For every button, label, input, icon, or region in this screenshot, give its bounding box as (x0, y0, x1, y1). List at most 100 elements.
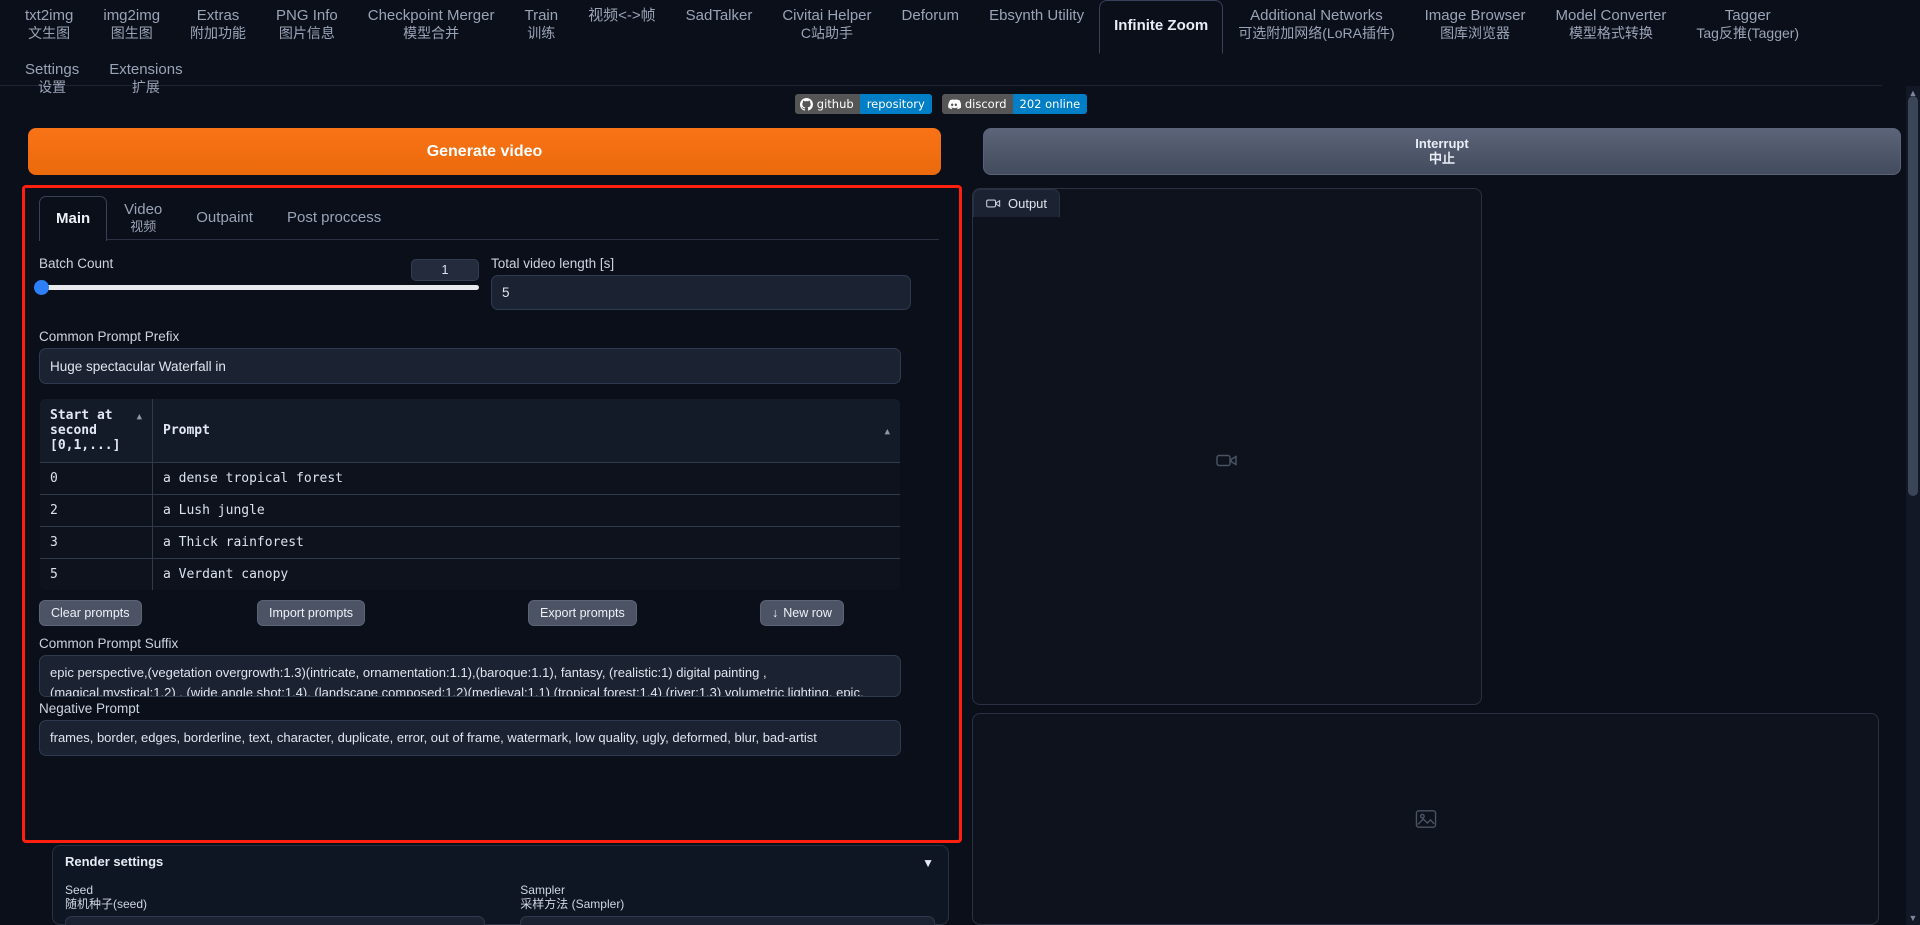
new-row-button[interactable]: ↓ New row (760, 600, 844, 626)
top-tab-label-en: Extras (196, 7, 240, 24)
batch-count-value[interactable]: 1 (411, 259, 479, 281)
interrupt-label-en: Interrupt (1415, 135, 1469, 151)
github-repository-badge[interactable]: github repository (794, 94, 932, 114)
sampler-select[interactable]: DDIM (520, 915, 936, 925)
top-tab-model-converter[interactable]: Model Converter 模型格式转换 (1541, 0, 1682, 51)
main-subtab-video[interactable]: Video 视频 (107, 196, 179, 239)
batch-count-slider[interactable] (34, 280, 479, 295)
top-tab-label-cn: 可选附加网络(LoRA插件) (1238, 25, 1395, 42)
export-prompts-button[interactable]: Export prompts (528, 600, 637, 626)
batch-count-group: Batch Count 1 (34, 246, 479, 319)
generate-video-button[interactable]: Generate video (28, 128, 941, 175)
import-prompts-button[interactable]: Import prompts (257, 600, 366, 626)
top-tab-sadtalker[interactable]: SadTalker (671, 0, 768, 34)
suffix-line-1: epic perspective,(vegetation overgrowth:… (50, 665, 767, 680)
discord-badge-value: 202 online (1012, 94, 1088, 114)
top-tab-label-cn: 图库浏览器 (1440, 25, 1511, 42)
top-tab-checkpoint-merger[interactable]: Checkpoint Merger 模型合并 (353, 0, 510, 51)
column-header-prompt[interactable]: Prompt ▲ (152, 399, 900, 463)
arrow-down-icon: ↓ (772, 606, 779, 620)
cell-prompt[interactable]: a Verdant canopy (152, 558, 900, 590)
top-tab-[interactable]: 视频<->帧 (573, 0, 671, 34)
top-tab-label-en: Model Converter (1555, 7, 1667, 24)
main-subtab-bar: Main Video 视频 Outpaint Post proccess (39, 196, 939, 241)
top-tab-train[interactable]: Train 训练 (509, 0, 573, 51)
batch-count-slider-knob[interactable] (34, 280, 49, 295)
seed-label-en: Seed (65, 883, 94, 897)
main-subtab-main[interactable]: Main (39, 196, 108, 241)
negative-prompt-input[interactable]: frames, border, edges, borderline, text,… (39, 720, 901, 756)
render-settings-accordion[interactable]: Render settings ▼ Seed 随机种子(seed) -1 Sam… (52, 845, 949, 925)
page-scrollbar[interactable]: ▲ ▼ (1906, 86, 1920, 925)
sort-ascending-icon[interactable]: ▲ (137, 412, 142, 422)
main-settings-panel: Main Video 视频 Outpaint Post proccess Batch C… (22, 185, 962, 843)
top-tab-label-en: SadTalker (685, 7, 753, 24)
main-subtab-label-en: Video (124, 201, 163, 219)
top-tab-ebsynth-utility[interactable]: Ebsynth Utility (974, 0, 1099, 34)
top-tab-infinite-zoom[interactable]: Infinite Zoom (1099, 0, 1224, 54)
interrupt-button[interactable]: Interrupt 中止 (983, 128, 1901, 175)
main-subtab-outpaint[interactable]: Outpaint (179, 196, 270, 239)
top-tab-label-cn: 附加功能 (190, 25, 247, 42)
total-video-length-label: Total video length [s] (491, 256, 615, 271)
seed-input[interactable]: -1 (65, 915, 485, 925)
table-row[interactable]: 0a dense tropical forest (40, 462, 900, 495)
scrollbar-thumb[interactable] (1908, 96, 1918, 496)
cell-start-at-second[interactable]: 5 (40, 558, 153, 590)
clear-prompts-button[interactable]: Clear prompts (39, 600, 142, 626)
top-tab-img2img[interactable]: img2img 图生图 (88, 0, 175, 51)
total-video-length-input[interactable]: 5 (491, 275, 911, 310)
main-subtab-post-proccess[interactable]: Post proccess (270, 196, 398, 239)
render-settings-title: Render settings (65, 854, 164, 869)
table-row[interactable]: 5a Verdant canopy (40, 558, 900, 590)
top-tab-label-cn: 模型合并 (403, 25, 460, 42)
output-tab[interactable]: Output (973, 189, 1061, 217)
cell-start-at-second[interactable]: 2 (40, 494, 153, 527)
top-tab-bar: txt2img 文生图 img2img 图生图 Extras 附加功能 PNG Info 图片… (0, 0, 1882, 95)
table-row[interactable]: 2a Lush jungle (40, 494, 900, 527)
video-camera-icon (986, 199, 1001, 208)
top-tab-label-en: Infinite Zoom (1114, 16, 1209, 34)
top-tab-txt2img[interactable]: txt2img 文生图 (10, 0, 88, 51)
github-badge-left: github (794, 94, 860, 114)
cell-prompt[interactable]: a Thick rainforest (152, 526, 900, 559)
video-camera-icon (1216, 454, 1237, 467)
prompts-table-header-row: Start at second [0,1,...] ▲ Prompt ▲ (40, 399, 900, 463)
github-badge-value: repository (859, 94, 932, 114)
top-tab-additional-networks[interactable]: Additional Networks 可选附加网络(LoRA插件) (1223, 0, 1409, 51)
sort-ascending-icon-prompt[interactable]: ▲ (885, 427, 890, 437)
new-row-label: New row (783, 606, 832, 620)
common-prompt-prefix-input[interactable]: Huge spectacular Waterfall in (39, 348, 901, 384)
top-tab-tagger[interactable]: Tagger Tag反推(Tagger) (1681, 0, 1814, 51)
top-tab-label-cn: Tag反推(Tagger) (1696, 25, 1800, 42)
cell-start-at-second[interactable]: 0 (40, 462, 153, 495)
top-tab-label-en: txt2img (25, 7, 74, 24)
discord-badge-label: discord (964, 97, 1007, 111)
main-subtab-label-cn: 视频 (130, 219, 157, 235)
discord-online-badge[interactable]: discord 202 online (941, 94, 1088, 114)
top-tab-deforum[interactable]: Deforum (887, 0, 975, 34)
discord-icon (948, 98, 961, 109)
top-tab-label-en: Train (524, 7, 559, 24)
output-tab-label: Output (1008, 196, 1048, 211)
top-tab-image-browser[interactable]: Image Browser 图库浏览器 (1410, 0, 1541, 51)
top-tab-extras[interactable]: Extras 附加功能 (175, 0, 261, 51)
top-tab-label-cn: 训练 (527, 25, 556, 42)
output-body (973, 217, 1481, 704)
column-header-start-at-second[interactable]: Start at second [0,1,...] ▲ (40, 399, 153, 463)
common-prompt-prefix-label: Common Prompt Prefix (39, 329, 180, 344)
scroll-down-icon[interactable]: ▼ (1906, 911, 1920, 925)
top-tab-label-en: Tagger (1724, 7, 1771, 24)
top-tab-civitai-helper[interactable]: Civitai Helper C站助手 (767, 0, 886, 51)
cell-prompt[interactable]: a dense tropical forest (152, 462, 900, 495)
column-header-prompt-label: Prompt (163, 423, 210, 438)
top-tab-label-en: Extensions (109, 61, 183, 78)
chevron-down-icon[interactable]: ▼ (922, 856, 934, 870)
cell-start-at-second[interactable]: 3 (40, 526, 153, 559)
common-prompt-suffix-input[interactable]: epic perspective,(vegetation overgrowth:… (39, 655, 901, 697)
top-tab-label-cn: C站助手 (800, 25, 853, 42)
table-row[interactable]: 3a Thick rainforest (40, 526, 900, 559)
cell-prompt[interactable]: a Lush jungle (152, 494, 900, 527)
gallery-panel[interactable] (972, 713, 1879, 925)
top-tab-png-info[interactable]: PNG Info 图片信息 (261, 0, 353, 51)
